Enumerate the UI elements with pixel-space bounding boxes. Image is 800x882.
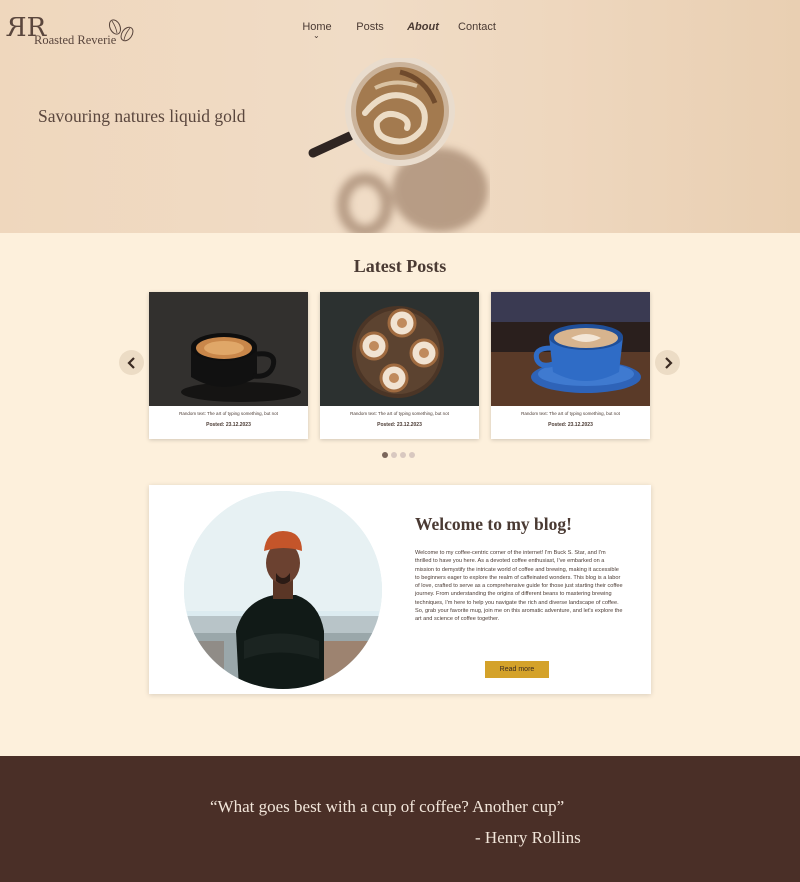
post-date: Posted: 23.12.2023 (548, 422, 593, 428)
carousel-dot[interactable] (382, 452, 388, 458)
coffee-beans-icon (108, 19, 134, 42)
chevron-down-icon: ⌄ (313, 31, 320, 40)
post-excerpt: Random text: The art of typing something… (521, 411, 620, 416)
quote-band: “What goes best with a cup of coffee? An… (0, 756, 800, 882)
quote-author: - Henry Rollins (475, 828, 581, 847)
carousel-next-button[interactable] (655, 350, 680, 375)
latest-posts-title: Latest Posts (353, 256, 447, 276)
welcome-title: Welcome to my blog! (415, 514, 572, 534)
chevron-left-icon (126, 356, 135, 369)
nav-posts[interactable]: Posts (348, 21, 392, 39)
welcome-card: Welcome to my blog! Welcome to my coffee… (149, 485, 651, 694)
chevron-right-icon (664, 356, 673, 369)
post-excerpt: Random text: The art of typing something… (350, 411, 449, 416)
nav-about[interactable]: About (402, 21, 444, 39)
post-date: Posted: 23.12.2023 (377, 422, 422, 428)
carousel-prev-button[interactable] (119, 350, 144, 375)
post-card[interactable]: Random text: The art of typing something… (149, 292, 308, 439)
post-image (320, 292, 479, 406)
brand-logo[interactable]: RR Roasted Reverie (16, 13, 140, 48)
carousel-dot[interactable] (391, 452, 397, 458)
main-nav: Home ⌄ Posts About Contact (296, 21, 500, 40)
carousel-pagination (382, 452, 415, 458)
post-date: Posted: 23.12.2023 (206, 422, 251, 428)
read-more-button[interactable]: Read more (485, 661, 549, 678)
brand-name: Roasted Reverie (34, 33, 117, 47)
coffee-cup-image (308, 58, 455, 166)
carousel-dot[interactable] (400, 452, 406, 458)
post-excerpt: Random text: The art of typing something… (179, 411, 278, 416)
post-card[interactable]: Random text: The art of typing something… (491, 292, 650, 439)
nav-home[interactable]: Home ⌄ (296, 21, 338, 40)
welcome-body: Welcome to my coffee-centric corner of t… (415, 550, 623, 623)
post-image (491, 292, 650, 406)
hero-banner: RR Roasted Reverie Home ⌄ Posts About Co… (0, 0, 800, 233)
nav-contact[interactable]: Contact (454, 21, 500, 39)
post-card[interactable]: Random text: The art of typing something… (320, 292, 479, 439)
author-portrait (184, 491, 382, 689)
post-image (149, 292, 308, 406)
carousel-dot[interactable] (409, 452, 415, 458)
quote-text: “What goes best with a cup of coffee? An… (210, 797, 565, 816)
hero-tagline: Savouring natures liquid gold (38, 106, 246, 126)
